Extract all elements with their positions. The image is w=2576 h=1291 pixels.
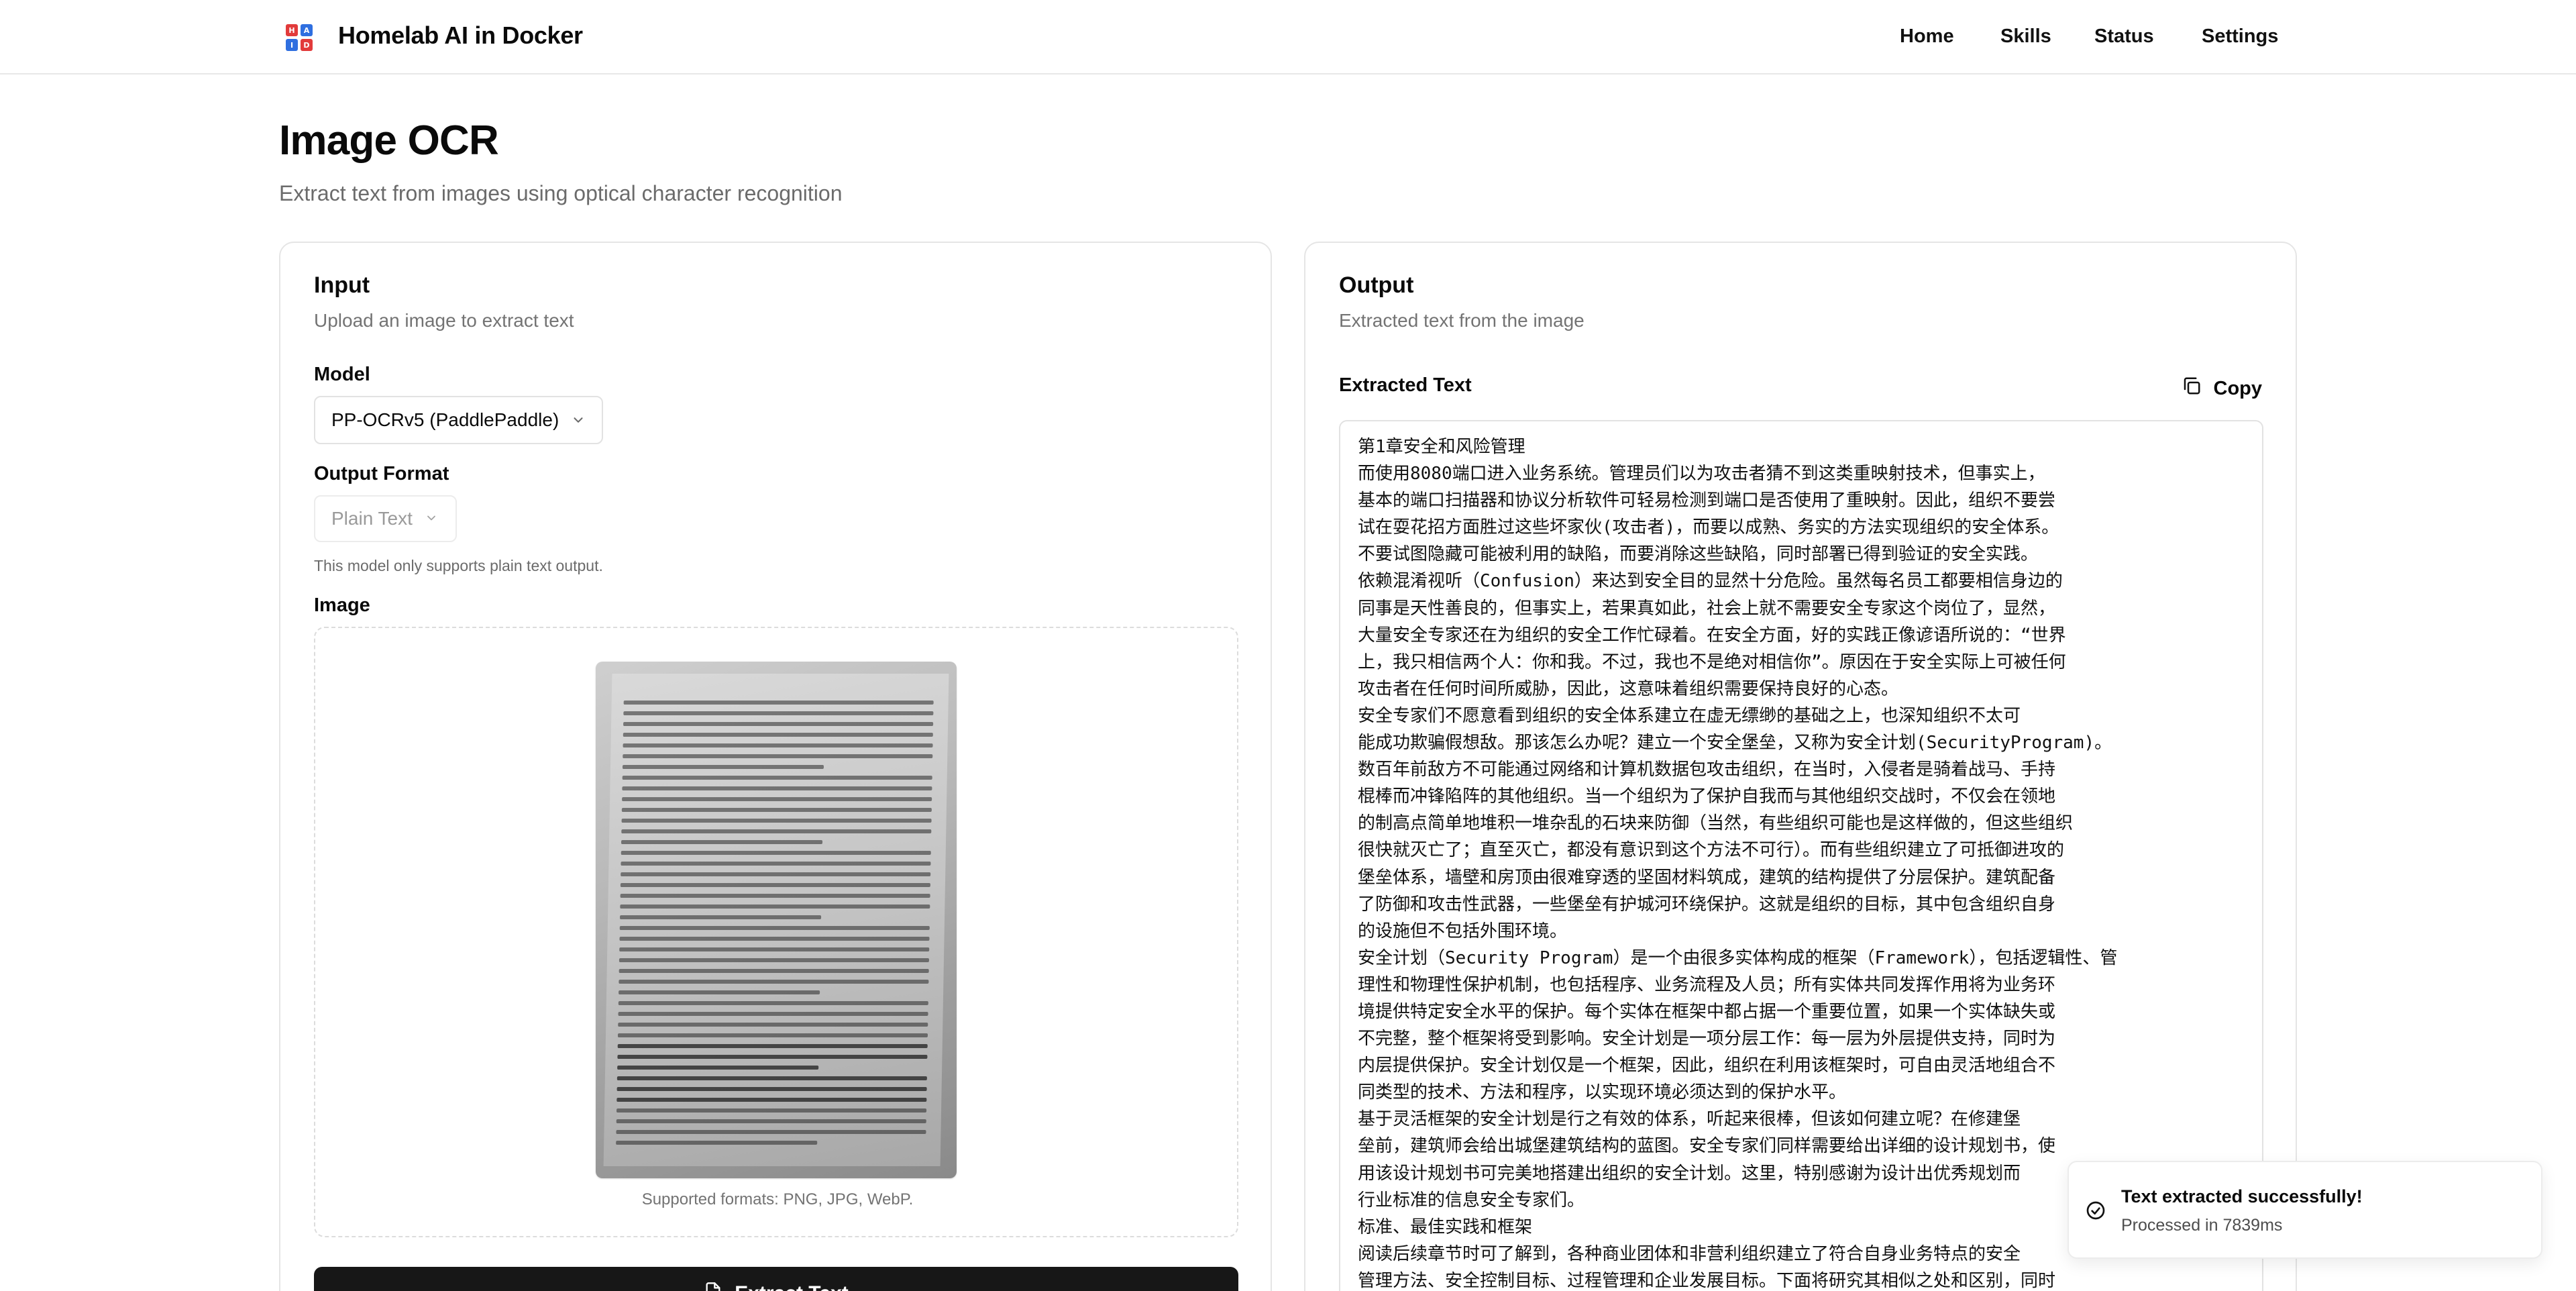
page-subtitle: Extract text from images using optical c… bbox=[279, 181, 843, 205]
model-label: Model bbox=[314, 364, 370, 385]
toast-title: Text extracted successfully! bbox=[2121, 1186, 2363, 1206]
nav-settings[interactable]: Settings bbox=[2202, 25, 2278, 48]
nav-status[interactable]: Status bbox=[2094, 25, 2154, 48]
page-title: Image OCR bbox=[279, 117, 499, 164]
copy-icon bbox=[2182, 376, 2202, 401]
brand-logo-icon[interactable]: H A I D bbox=[286, 24, 313, 51]
image-dropzone[interactable]: Supported formats: PNG, JPG, WebP. bbox=[314, 627, 1238, 1237]
image-label: Image bbox=[314, 595, 370, 616]
input-card: Input Upload an image to extract text Mo… bbox=[279, 242, 1272, 1291]
copy-button[interactable]: Copy bbox=[2175, 372, 2269, 405]
chevron-down-icon bbox=[571, 413, 586, 427]
extract-text-label: Extract Text bbox=[735, 1282, 849, 1291]
model-select[interactable]: PP-OCRv5 (PaddlePaddle) bbox=[314, 396, 604, 444]
uploaded-image-preview bbox=[596, 662, 957, 1178]
chevron-down-icon bbox=[425, 511, 439, 526]
output-format-select[interactable]: Plain Text bbox=[314, 495, 457, 542]
success-toast: Text extracted successfully! Processed i… bbox=[2068, 1161, 2542, 1259]
supported-formats: Supported formats: PNG, JPG, WebP. bbox=[641, 1190, 914, 1208]
input-card-description: Upload an image to extract text bbox=[314, 310, 574, 331]
brand-title[interactable]: Homelab AI in Docker bbox=[338, 21, 583, 50]
output-format-value: Plain Text bbox=[331, 508, 413, 529]
model-select-value: PP-OCRv5 (PaddlePaddle) bbox=[331, 409, 559, 430]
output-format-label: Output Format bbox=[314, 463, 449, 484]
extracted-text-label: Extracted Text bbox=[1339, 374, 1472, 396]
nav-home[interactable]: Home bbox=[1900, 25, 1954, 48]
output-format-hint: This model only supports plain text outp… bbox=[314, 557, 603, 574]
logo-tile: I bbox=[286, 39, 298, 51]
nav-skills[interactable]: Skills bbox=[2000, 25, 2051, 48]
logo-tile: A bbox=[301, 24, 313, 36]
navbar: H A I D Homelab AI in Docker Home Skills… bbox=[0, 0, 2576, 74]
logo-tile: D bbox=[301, 39, 313, 51]
output-card-description: Extracted text from the image bbox=[1339, 310, 1585, 331]
logo-tile: H bbox=[286, 24, 298, 36]
file-text-icon bbox=[704, 1282, 722, 1291]
toast-description: Processed in 7839ms bbox=[2121, 1216, 2283, 1235]
copy-label: Copy bbox=[2213, 377, 2263, 399]
output-card: Output Extracted text from the image Ext… bbox=[1304, 242, 2297, 1291]
check-circle-icon bbox=[2085, 1200, 2106, 1221]
extract-text-button[interactable]: Extract Text bbox=[314, 1267, 1238, 1291]
input-card-title: Input bbox=[314, 272, 370, 298]
output-card-title: Output bbox=[1339, 272, 1414, 298]
